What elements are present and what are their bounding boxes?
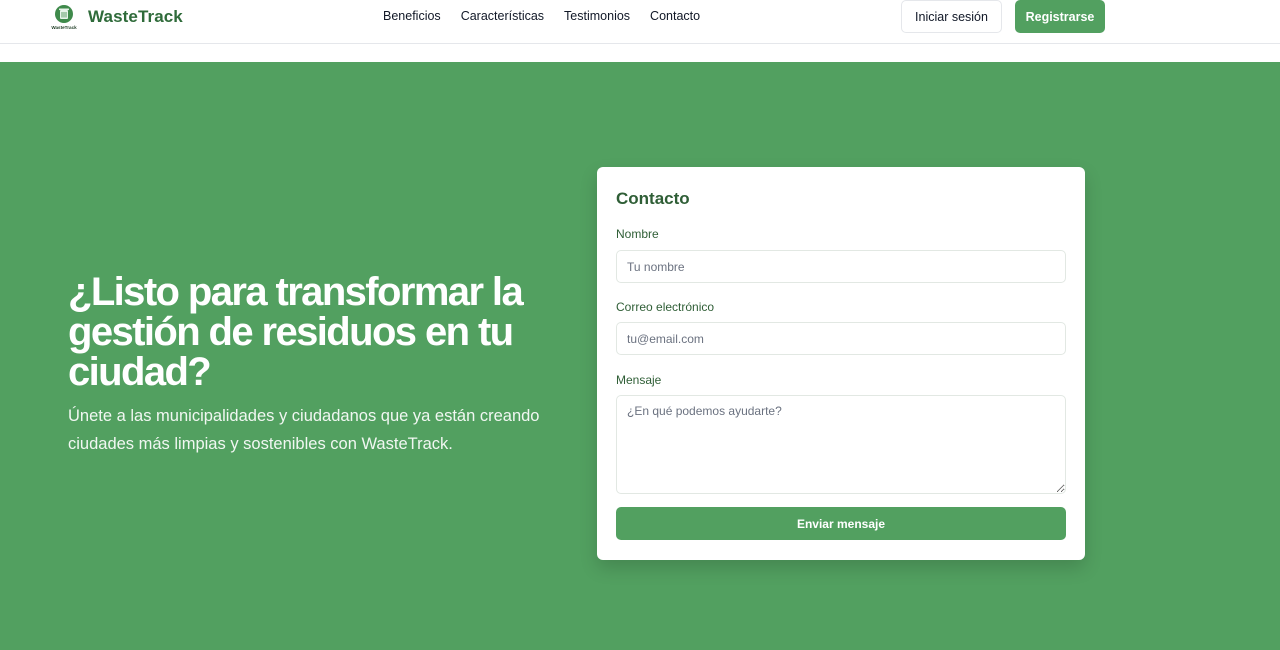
name-input[interactable]: [616, 250, 1066, 283]
brand-name: WasteTrack: [88, 7, 183, 26]
contact-form-card: Contacto Nombre Correo electrónico Mensa…: [597, 167, 1085, 560]
email-input[interactable]: [616, 322, 1066, 355]
email-label: Correo electrónico: [616, 300, 715, 314]
hero-headline: ¿Listo para transformar la gestión de re…: [68, 270, 524, 394]
contact-hero-section: ¿Listo para transformar la gestión de re…: [0, 62, 1280, 650]
wastetrack-logo-icon: WasteTrack: [50, 3, 78, 31]
nav-item-testimonios[interactable]: Testimonios: [564, 9, 630, 23]
main-nav: Beneficios Características Testimonios C…: [383, 9, 700, 23]
message-textarea[interactable]: [616, 395, 1066, 494]
nav-item-caracteristicas[interactable]: Características: [461, 9, 544, 23]
name-label: Nombre: [616, 227, 659, 241]
nav-item-beneficios[interactable]: Beneficios: [383, 9, 441, 23]
send-message-button[interactable]: Enviar mensaje: [616, 507, 1066, 540]
logo-caption: WasteTrack: [51, 25, 77, 30]
register-button[interactable]: Registrarse: [1015, 0, 1105, 33]
brand-logo-link[interactable]: WasteTrack WasteTrack: [50, 2, 183, 32]
login-button[interactable]: Iniciar sesión: [901, 0, 1002, 33]
message-label: Mensaje: [616, 373, 662, 387]
hero-subtext: Únete a las municipalidades y ciudadanos…: [68, 407, 540, 453]
nav-item-contacto[interactable]: Contacto: [650, 9, 700, 23]
site-header: WasteTrack WasteTrack Beneficios Caracte…: [0, 0, 1280, 44]
contact-form-title: Contacto: [616, 189, 690, 208]
